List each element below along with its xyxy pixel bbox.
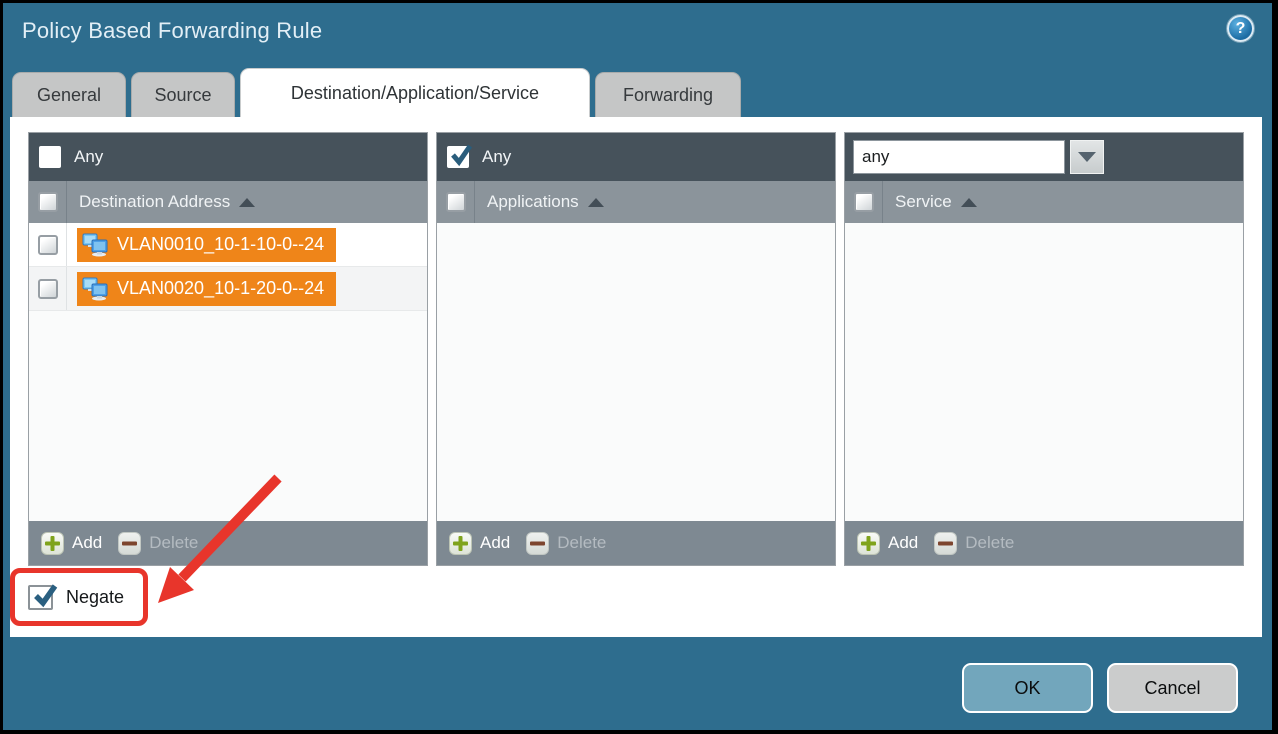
add-button[interactable]: Add: [888, 533, 918, 553]
tab-bar: General Source Destination/Application/S…: [12, 68, 746, 117]
dialog-title: Policy Based Forwarding Rule: [22, 18, 322, 44]
tab-forwarding[interactable]: Forwarding: [595, 72, 741, 117]
address-object-label: VLAN0020_10-1-20-0--24: [117, 278, 324, 299]
destination-select-all-checkbox[interactable]: [38, 192, 58, 212]
add-button[interactable]: Add: [72, 533, 102, 553]
sort-asc-icon: [588, 198, 604, 207]
row-checkbox[interactable]: [38, 279, 58, 299]
table-row[interactable]: VLAN0010_10-1-10-0--24: [29, 223, 427, 267]
service-list: [845, 223, 1243, 521]
destination-column-header[interactable]: Destination Address: [29, 181, 427, 223]
applications-panel: Any Applications Add Delete: [436, 132, 836, 566]
delete-button[interactable]: Delete: [149, 533, 198, 553]
dropdown-button[interactable]: [1070, 140, 1104, 174]
add-button[interactable]: Add: [480, 533, 510, 553]
address-object-label: VLAN0010_10-1-10-0--24: [117, 234, 324, 255]
delete-icon[interactable]: [118, 532, 141, 555]
address-object[interactable]: VLAN0010_10-1-10-0--24: [77, 228, 336, 262]
negate-label: Negate: [66, 587, 124, 608]
tab-destination-application-service[interactable]: Destination/Application/Service: [240, 68, 590, 117]
applications-any-label: Any: [482, 147, 511, 167]
destination-any-label: Any: [74, 147, 103, 167]
destination-address-panel: Any Destination Address: [28, 132, 428, 566]
service-dropdown[interactable]: any: [853, 140, 1065, 174]
service-column-label: Service: [895, 192, 952, 212]
delete-icon[interactable]: [934, 532, 957, 555]
service-footer: Add Delete: [845, 521, 1243, 565]
policy-forwarding-dialog: Policy Based Forwarding Rule ? General S…: [3, 3, 1272, 730]
chevron-down-icon: [1078, 152, 1096, 162]
applications-column-label: Applications: [487, 192, 579, 212]
applications-any-bar: Any: [437, 133, 835, 181]
service-dropdown-bar: any: [845, 133, 1243, 181]
address-object[interactable]: VLAN0020_10-1-20-0--24: [77, 272, 336, 306]
tab-content: Any Destination Address: [10, 117, 1262, 637]
table-row[interactable]: VLAN0020_10-1-20-0--24: [29, 267, 427, 311]
delete-button[interactable]: Delete: [965, 533, 1014, 553]
service-panel: any Service Add Delete: [844, 132, 1244, 566]
destination-list: VLAN0010_10-1-10-0--24: [29, 223, 427, 521]
destination-any-bar: Any: [29, 133, 427, 181]
service-select-all-checkbox[interactable]: [854, 192, 874, 212]
destination-any-checkbox[interactable]: [39, 146, 61, 168]
applications-list: [437, 223, 835, 521]
delete-icon[interactable]: [526, 532, 549, 555]
negate-highlight-box: Negate: [10, 568, 148, 626]
add-icon[interactable]: [449, 532, 472, 555]
tab-source[interactable]: Source: [131, 72, 235, 117]
help-icon[interactable]: ?: [1227, 15, 1254, 42]
service-column-header[interactable]: Service: [845, 181, 1243, 223]
applications-any-checkbox[interactable]: [447, 146, 469, 168]
network-icon: [82, 276, 109, 301]
cancel-button[interactable]: Cancel: [1107, 663, 1238, 713]
ok-button[interactable]: OK: [962, 663, 1093, 713]
add-icon[interactable]: [41, 532, 64, 555]
add-icon[interactable]: [857, 532, 880, 555]
applications-footer: Add Delete: [437, 521, 835, 565]
applications-select-all-checkbox[interactable]: [446, 192, 466, 212]
sort-asc-icon: [961, 198, 977, 207]
destination-column-label: Destination Address: [79, 192, 230, 212]
delete-button[interactable]: Delete: [557, 533, 606, 553]
destination-footer: Add Delete: [29, 521, 427, 565]
negate-checkbox[interactable]: [28, 585, 53, 610]
help-glyph: ?: [1236, 20, 1246, 38]
tab-general[interactable]: General: [12, 72, 126, 117]
applications-column-header[interactable]: Applications: [437, 181, 835, 223]
row-checkbox[interactable]: [38, 235, 58, 255]
sort-asc-icon: [239, 198, 255, 207]
network-icon: [82, 232, 109, 257]
